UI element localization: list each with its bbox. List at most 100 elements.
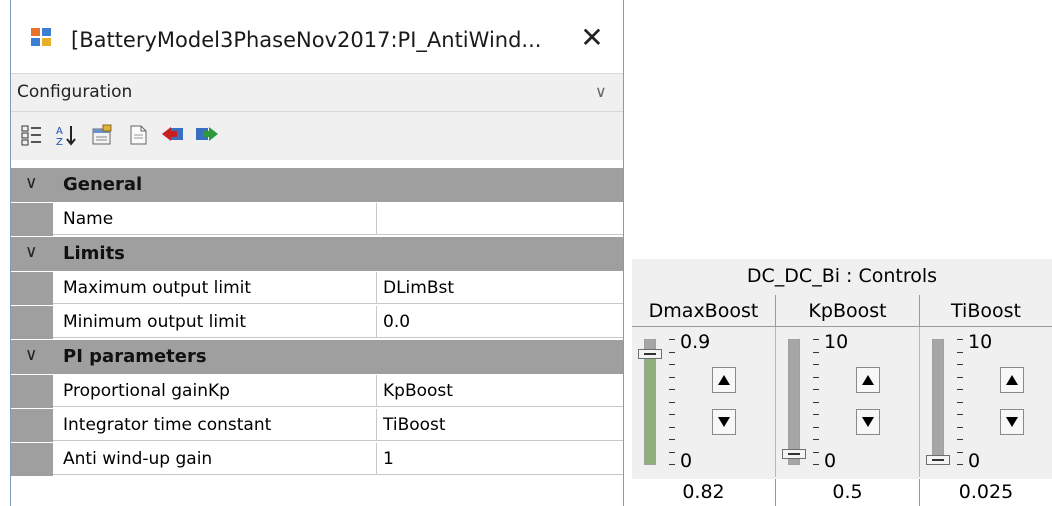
slider-tick [669, 464, 675, 465]
column-divider [919, 327, 920, 477]
slider-tick [669, 364, 675, 365]
slider-tick [669, 452, 675, 453]
slider-thumb-kpboost[interactable] [782, 449, 806, 459]
slider-tick [813, 439, 819, 440]
slider-tick [669, 402, 675, 403]
slider-thumb-tiboost[interactable] [926, 455, 950, 465]
row-gutter [11, 306, 53, 339]
slider-tick [957, 389, 963, 390]
property-name: Anti wind-up gain [53, 443, 377, 475]
configuration-dropdown[interactable]: Configuration ∨ [11, 73, 623, 112]
slider-tick [813, 414, 819, 415]
property-row[interactable]: Integrator time constant TiBoost [11, 409, 623, 442]
app-icon [31, 28, 51, 46]
slider-tick [813, 352, 819, 353]
property-row[interactable]: Minimum output limit 0.0 [11, 306, 623, 339]
property-name: Maximum output limit [53, 272, 377, 304]
new-document-icon[interactable] [127, 124, 149, 146]
property-value[interactable]: 1 [377, 443, 623, 475]
slider-max-label: 10 [824, 331, 849, 353]
chevron-down-icon[interactable]: ∨ [25, 242, 37, 262]
property-row[interactable]: Maximum output limit DLimBst [11, 272, 623, 305]
slider-tick [957, 439, 963, 440]
slider-max-label: 0.9 [680, 331, 711, 353]
slider-tick [669, 352, 675, 353]
increment-button[interactable] [856, 367, 880, 393]
property-pages-icon[interactable] [91, 124, 113, 146]
slider-tick [669, 377, 675, 378]
property-row[interactable]: Anti wind-up gain 1 [11, 443, 623, 476]
slider-min-label: 0 [680, 450, 693, 472]
slider-tick [669, 389, 675, 390]
category-label: Limits [63, 243, 125, 264]
increment-button[interactable] [712, 367, 736, 393]
column-divider [775, 327, 776, 477]
increment-button[interactable] [1000, 367, 1024, 393]
category-pi-parameters[interactable]: ∨ PI parameters [11, 340, 623, 374]
slider-tick [813, 452, 819, 453]
slider-value-tiboost[interactable]: 0.025 [920, 479, 1052, 506]
property-value[interactable]: TiBoost [377, 409, 623, 441]
alphabetical-sort-icon[interactable]: A Z [55, 124, 77, 148]
window-title: [BatteryModel3PhaseNov2017:PI_AntiWind..… [71, 28, 542, 52]
decrement-button[interactable] [1000, 409, 1024, 435]
configuration-label: Configuration [17, 82, 133, 102]
category-general[interactable]: ∨ General [11, 168, 623, 202]
slider-tick [813, 364, 819, 365]
triangle-up-icon [862, 375, 874, 385]
decrement-button[interactable] [856, 409, 880, 435]
slider-max-label: 10 [968, 331, 993, 353]
slider-tick [957, 427, 963, 428]
slider-value-kpboost[interactable]: 0.5 [776, 479, 920, 506]
slider-header-dmaxboost: DmaxBoost [632, 295, 776, 327]
slider-tick [957, 377, 963, 378]
triangle-up-icon [718, 375, 730, 385]
slider-tick [813, 427, 819, 428]
property-name: Name [53, 203, 377, 235]
slider-tick [813, 402, 819, 403]
slider-thumb-dmaxboost[interactable] [638, 349, 662, 359]
slider-tick [813, 377, 819, 378]
row-gutter [11, 203, 53, 236]
close-icon[interactable]: ✕ [577, 24, 607, 54]
slider-tick [957, 352, 963, 353]
categorized-icon[interactable] [21, 124, 43, 146]
property-value[interactable]: KpBoost [377, 375, 623, 407]
category-limits[interactable]: ∨ Limits [11, 237, 623, 271]
slider-tick [813, 389, 819, 390]
slider-track-kpboost[interactable] [788, 339, 800, 465]
row-gutter [11, 375, 53, 408]
chevron-down-icon[interactable]: ∨ [25, 173, 37, 193]
chevron-down-icon[interactable]: ∨ [25, 345, 37, 365]
property-name: Minimum output limit [53, 306, 377, 338]
row-gutter [11, 272, 53, 305]
category-label: PI parameters [63, 346, 207, 367]
slider-tick [957, 452, 963, 453]
triangle-up-icon [1006, 375, 1018, 385]
title-bar: [BatteryModel3PhaseNov2017:PI_AntiWind..… [11, 0, 623, 68]
property-window: [BatteryModel3PhaseNov2017:PI_AntiWind..… [10, 0, 624, 506]
row-gutter [11, 443, 53, 476]
property-value[interactable]: 0.0 [377, 306, 623, 338]
property-row[interactable]: Proportional gainKp KpBoost [11, 375, 623, 408]
property-name: Proportional gainKp [53, 375, 377, 407]
row-gutter [11, 409, 53, 442]
slider-ticks [669, 339, 677, 465]
category-label: General [63, 174, 143, 195]
property-value[interactable]: DLimBst [377, 272, 623, 304]
property-row[interactable]: Name [11, 203, 623, 236]
slider-fill [645, 351, 655, 464]
decrement-button[interactable] [712, 409, 736, 435]
slider-value-dmaxboost[interactable]: 0.82 [632, 479, 776, 506]
slider-tick [669, 414, 675, 415]
controls-panel: DC_DC_Bi : Controls DmaxBoost KpBoost Ti… [632, 259, 1052, 506]
forward-arrow-icon[interactable] [195, 124, 218, 146]
property-value[interactable] [377, 203, 623, 235]
back-arrow-icon[interactable] [161, 124, 183, 146]
slider-ticks [957, 339, 965, 465]
slider-tick [957, 414, 963, 415]
slider-tick [669, 439, 675, 440]
slider-tick [813, 339, 819, 340]
slider-track-tiboost[interactable] [932, 339, 944, 465]
slider-tick [957, 402, 963, 403]
